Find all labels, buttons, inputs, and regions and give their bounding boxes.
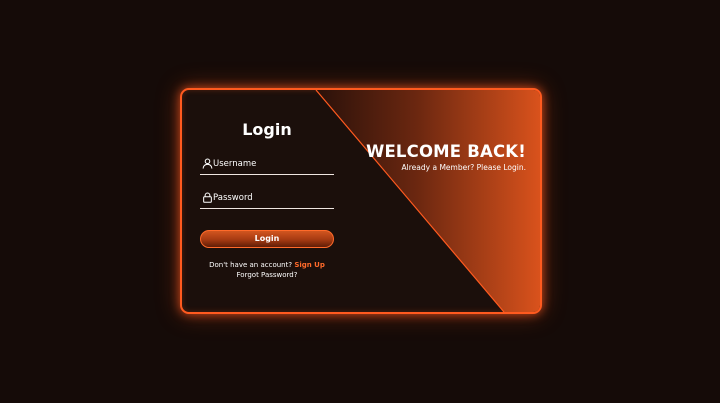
welcome-title: WELCOME BACK! [366, 142, 526, 161]
page-background: Login Login Don't have an account? Sign … [0, 0, 720, 403]
login-card: Login Login Don't have an account? Sign … [180, 88, 542, 314]
signup-link[interactable]: Sign Up [294, 261, 325, 269]
login-form: Login Login Don't have an account? Sign … [200, 90, 334, 312]
welcome-panel: WELCOME BACK! Already a Member? Please L… [366, 142, 526, 173]
signup-prompt-text: Don't have an account? [209, 261, 293, 269]
user-icon [202, 158, 213, 169]
signup-prompt: Don't have an account? Sign Up [200, 260, 334, 270]
username-field[interactable] [200, 156, 334, 175]
welcome-subtitle: Already a Member? Please Login. [401, 163, 526, 172]
password-field[interactable] [200, 190, 334, 209]
username-input[interactable] [213, 156, 331, 172]
lock-icon [203, 192, 212, 203]
login-button[interactable]: Login [200, 230, 334, 248]
login-title: Login [242, 120, 292, 139]
password-input[interactable] [213, 190, 331, 206]
forgot-password-link[interactable]: Forgot Password? [200, 270, 334, 280]
